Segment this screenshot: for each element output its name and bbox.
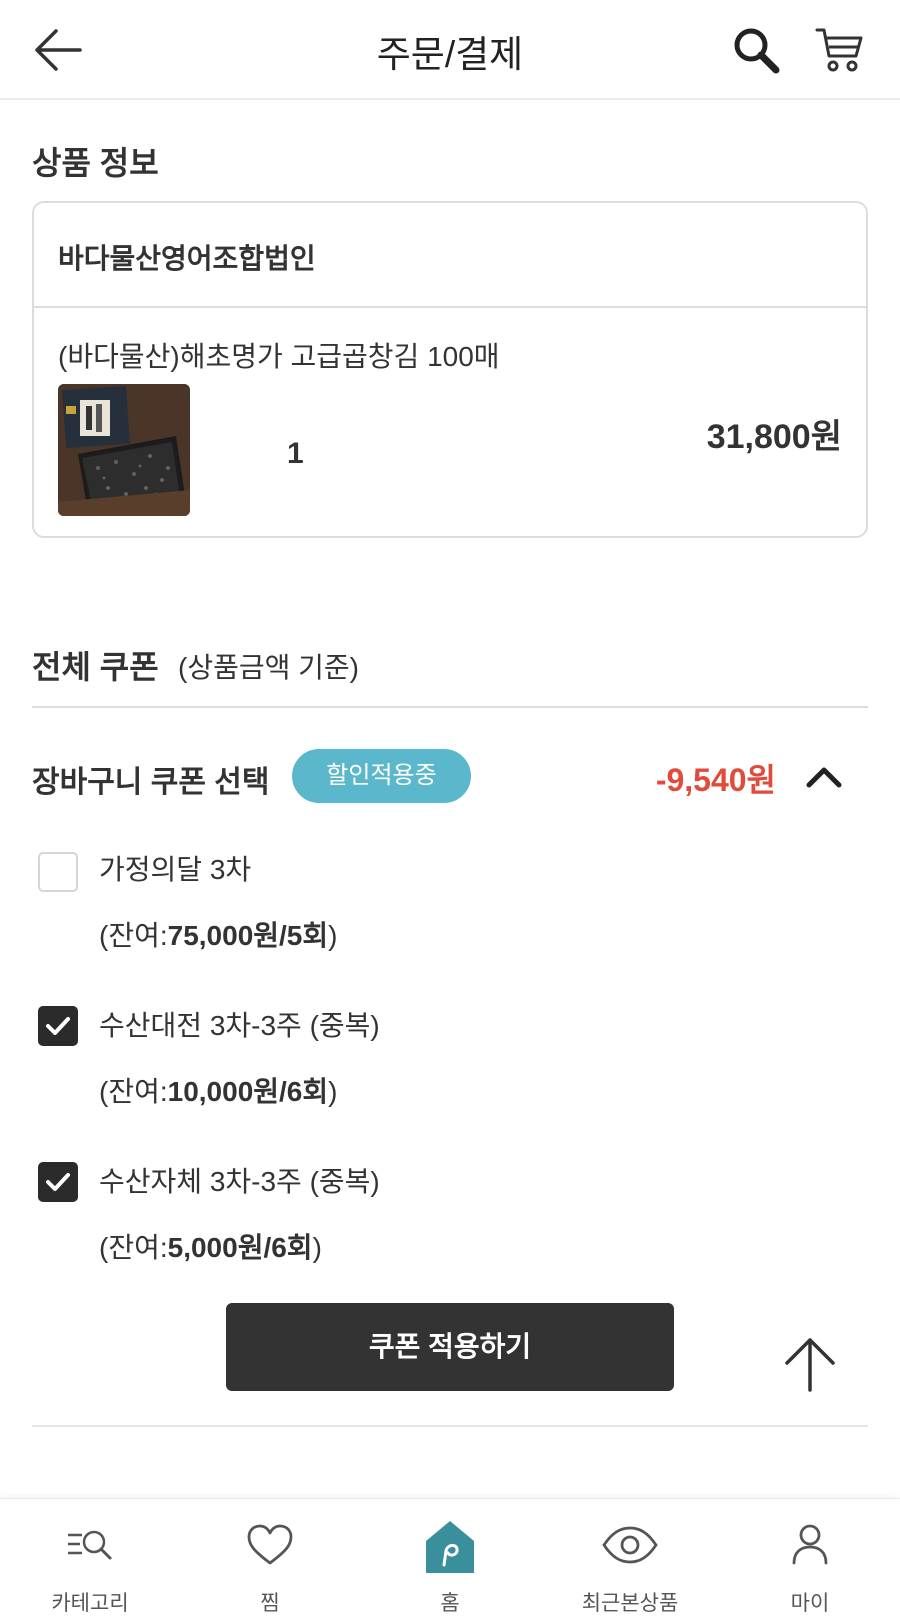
seller-name: 바다물산영어조합법인 <box>58 243 316 274</box>
tab-label: 카테고리 <box>51 1592 129 1615</box>
tab-label: 마이 <box>790 1592 830 1615</box>
cart-icon[interactable] <box>814 24 866 76</box>
arrow-up-icon[interactable] <box>780 1334 840 1394</box>
eye-icon <box>602 1526 658 1564</box>
coupon-checkbox[interactable] <box>38 1006 78 1046</box>
coupon-name: 가정의달 3차 <box>99 854 252 885</box>
tab-label: 홈 <box>440 1592 460 1615</box>
tab-label: 찜 <box>260 1592 280 1615</box>
tab-wishlist[interactable]: 찜 <box>180 1499 360 1616</box>
coupon-remaining: (잔여:5,000원/6회) <box>99 1232 322 1263</box>
search-icon[interactable] <box>730 24 782 76</box>
product-price: 31,800원 <box>706 418 842 456</box>
coupon-section-title: 전체 쿠폰 <box>32 649 159 685</box>
coupon-checkbox[interactable] <box>38 1162 78 1202</box>
tab-home[interactable]: 홈 <box>360 1499 540 1616</box>
coupon-item[interactable]: 수산대전 3차-3주 (중복) (잔여:10,000원/6회) <box>36 1006 736 1116</box>
divider <box>32 1425 868 1427</box>
tab-category[interactable]: 카테고리 <box>0 1499 180 1616</box>
product-name[interactable]: (바다물산)해초명가 고급곱창김 100매 <box>58 335 500 375</box>
coupon-item[interactable]: 가정의달 3차 (잔여:75,000원/5회) <box>36 848 736 958</box>
discount-amount: -9,540원 <box>655 762 776 798</box>
tab-recent[interactable]: 최근본상품 <box>540 1499 720 1616</box>
home-icon <box>426 1521 474 1573</box>
product-card: 바다물산영어조합법인 (바다물산)해초명가 고급곱창김 100매 1 31,80… <box>32 201 868 538</box>
basket-coupon-label: 장바구니 쿠폰 선택 <box>32 766 270 799</box>
product-quantity: 1 <box>287 437 304 470</box>
coupon-section-subtitle: (상품금액 기준) <box>178 652 359 683</box>
checkmark-icon <box>46 1173 70 1191</box>
checkmark-icon <box>46 1017 70 1035</box>
tab-my[interactable]: 마이 <box>720 1499 900 1616</box>
coupon-remaining: (잔여:75,000원/5회) <box>99 920 338 951</box>
seller-row: 바다물산영어조합법인 <box>34 203 866 308</box>
coupon-remaining: (잔여:10,000원/6회) <box>99 1076 338 1107</box>
product-section-title: 상품 정보 <box>32 145 159 181</box>
coupon-name: 수산대전 3차-3주 (중복) <box>99 1010 380 1041</box>
coupon-name: 수산자체 3차-3주 (중복) <box>99 1166 380 1197</box>
person-icon <box>792 1524 828 1565</box>
coupon-checkbox[interactable] <box>38 852 78 892</box>
coupon-item[interactable]: 수산자체 3차-3주 (중복) (잔여:5,000원/6회) <box>36 1162 736 1272</box>
product-thumbnail[interactable] <box>58 384 190 516</box>
divider <box>32 706 868 708</box>
category-search-icon <box>68 1530 112 1560</box>
heart-icon <box>247 1524 293 1565</box>
top-header: 주문/결제 <box>0 0 900 100</box>
apply-coupon-button[interactable]: 쿠폰 적용하기 <box>226 1303 674 1391</box>
bottom-tab-bar: 카테고리 찜 홈 최근본상품 마이 <box>0 1498 900 1616</box>
chevron-up-icon[interactable] <box>804 760 844 792</box>
tab-label: 최근본상품 <box>581 1592 679 1615</box>
discount-applied-badge: 할인적용중 <box>292 749 471 803</box>
